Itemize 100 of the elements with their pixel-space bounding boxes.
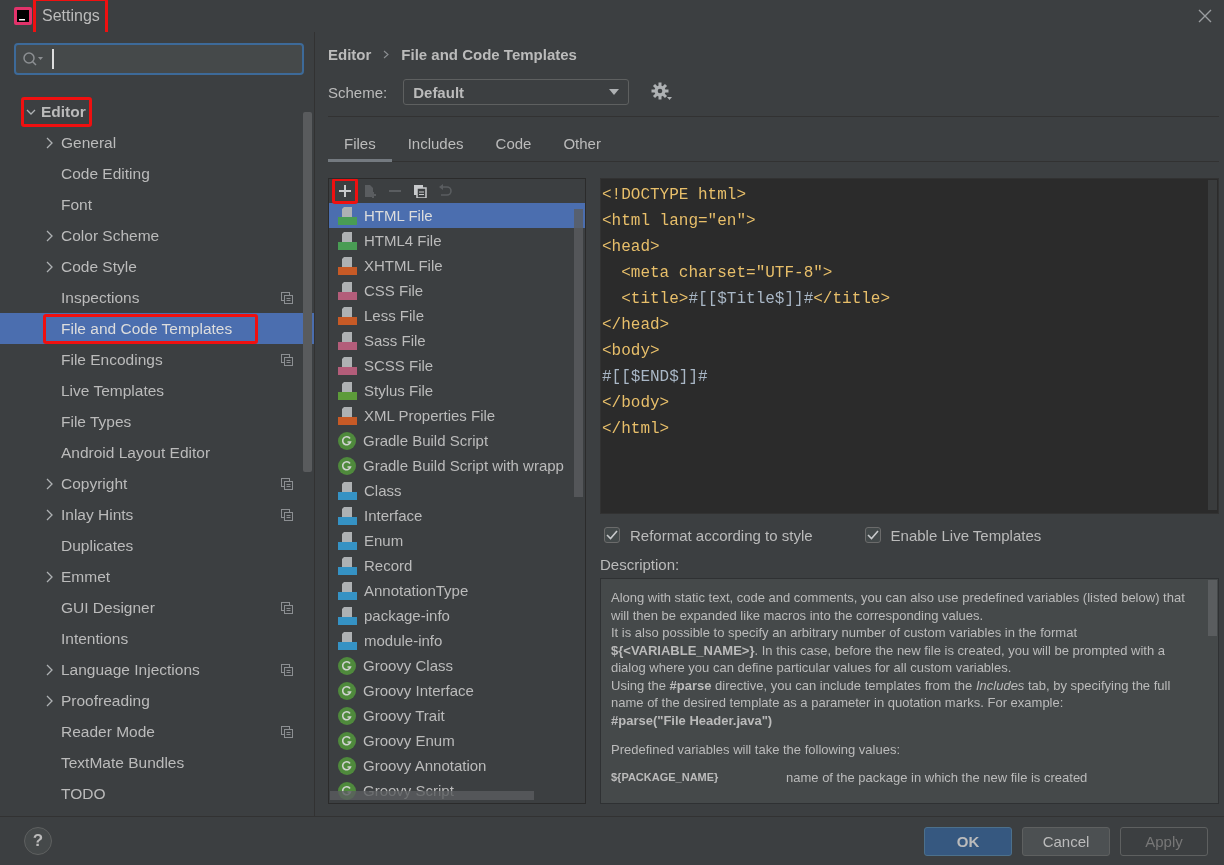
copy-icon	[281, 601, 293, 614]
chevron-icon	[44, 136, 54, 149]
sidebar-item[interactable]: Code Style	[0, 251, 314, 282]
sidebar-item[interactable]: Proofreading	[0, 685, 314, 716]
variable-description: name of the package in which the new file is created	[786, 768, 1088, 786]
copy-icon[interactable]	[413, 184, 427, 198]
chevron-icon	[44, 477, 54, 490]
template-item[interactable]: XHTML File	[329, 253, 585, 278]
code-line: <!DOCTYPE html>	[601, 185, 748, 206]
template-item[interactable]: HTML File	[329, 203, 585, 228]
chevron-icon	[383, 49, 390, 59]
template-item[interactable]: XML Properties File	[329, 403, 585, 428]
template-item[interactable]: module-info	[329, 628, 585, 653]
sidebar-item[interactable]: Copyright	[0, 468, 314, 499]
sidebar-item[interactable]: Emmet	[0, 561, 314, 592]
sidebar-item[interactable]: TODO	[0, 778, 314, 809]
sidebar-item[interactable]: Font	[0, 189, 314, 220]
scrollbar[interactable]	[303, 112, 312, 472]
window-title: Settings	[42, 7, 100, 24]
template-item[interactable]: AnnotationType	[329, 578, 585, 603]
copy-icon	[281, 477, 293, 490]
sidebar-item[interactable]: File Encodings	[0, 344, 314, 375]
chevron-icon	[44, 570, 54, 583]
chevron-icon	[44, 694, 54, 707]
checkmark-icon	[866, 530, 879, 540]
dialog-button[interactable]: OK	[924, 826, 1012, 856]
template-item[interactable]: Class	[329, 478, 585, 503]
checkbox-label[interactable]: Reformat according to style	[630, 526, 813, 544]
breadcrumb-item: Editor	[328, 45, 372, 63]
checkbox-label[interactable]: Enable Live Templates	[890, 526, 1042, 544]
chevron-icon	[44, 229, 54, 242]
sidebar-item[interactable]: Live Templates	[0, 375, 314, 406]
sidebar-item[interactable]: TextMate Bundles	[0, 747, 314, 778]
scrollbar[interactable]	[1208, 580, 1217, 636]
chevron-icon	[44, 663, 54, 676]
code-line: <body>	[601, 341, 661, 362]
caret-icon	[609, 89, 620, 95]
template-item[interactable]: Less File	[329, 303, 585, 328]
code-line: </html>	[601, 419, 671, 440]
code-line: </body>	[601, 393, 671, 414]
template-item[interactable]: Gradle Build Script with wrapp	[329, 453, 585, 478]
scheme-label: Scheme:	[328, 83, 388, 101]
sidebar-item[interactable]: GUI Designer	[0, 592, 314, 623]
tab[interactable]: Includes	[391, 127, 480, 162]
sidebar-item[interactable]: File Types	[0, 406, 314, 437]
close-icon[interactable]	[1198, 9, 1212, 23]
sidebar-item[interactable]: Language Injections	[0, 654, 314, 685]
checkmark-icon	[606, 530, 618, 540]
copy-icon	[281, 508, 293, 521]
sidebar-item[interactable]: General	[0, 127, 314, 158]
scrollbar[interactable]	[574, 209, 583, 497]
tab[interactable]: Other	[547, 127, 617, 162]
sidebar-item[interactable]: Inspections	[0, 282, 314, 313]
description-text: #parse("File Header.java")	[611, 711, 774, 729]
copy-icon	[281, 353, 293, 366]
copy-icon	[281, 291, 293, 304]
template-item[interactable]: Record	[329, 553, 585, 578]
template-item[interactable]: Gradle Build Script	[329, 428, 585, 453]
template-item[interactable]: Stylus File	[329, 378, 585, 403]
breadcrumb-item: File and Code Templates	[401, 45, 577, 63]
code-line: <meta charset="UTF-8">	[620, 263, 834, 284]
sidebar-item[interactable]: Color Scheme	[0, 220, 314, 251]
template-item[interactable]: package-info	[329, 603, 585, 628]
code-line: </head>	[601, 315, 671, 336]
template-item[interactable]: SCSS File	[329, 353, 585, 378]
sidebar-item[interactable]: Duplicates	[0, 530, 314, 561]
help-button[interactable]: ?	[24, 827, 52, 855]
copy-icon	[281, 725, 293, 738]
search-icon	[22, 51, 44, 67]
code-line: <html lang="en">	[601, 211, 757, 232]
dialog-button[interactable]: Cancel	[1022, 826, 1110, 856]
sidebar-item[interactable]: Inlay Hints	[0, 499, 314, 530]
template-item[interactable]: Groovy Interface	[329, 678, 585, 703]
template-item[interactable]: Groovy Annotation	[329, 753, 585, 778]
tab[interactable]: Files	[328, 127, 392, 162]
tab[interactable]: Code	[479, 127, 548, 162]
template-item[interactable]: Groovy Class	[329, 653, 585, 678]
sidebar-item[interactable]: Android Layout Editor	[0, 437, 314, 468]
settings-icon[interactable]	[651, 82, 674, 102]
template-item[interactable]: Groovy Enum	[329, 728, 585, 753]
app-icon	[14, 7, 32, 25]
text-cursor	[52, 49, 54, 69]
template-item[interactable]: CSS File	[329, 278, 585, 303]
template-item[interactable]: HTML4 File	[329, 228, 585, 253]
checkbox[interactable]	[864, 527, 881, 543]
description-text: Predefined variables will take the following values:	[611, 741, 902, 759]
sidebar-item[interactable]: Reader Mode	[0, 716, 314, 747]
checkbox[interactable]	[604, 527, 620, 543]
template-item[interactable]: Interface	[329, 503, 585, 528]
scheme-dropdown[interactable]: Default	[403, 79, 630, 105]
sidebar-item[interactable]: File and Code Templates	[0, 313, 314, 344]
search-field[interactable]	[14, 43, 304, 75]
sidebar-item[interactable]: Code Editing	[0, 158, 314, 189]
template-item[interactable]: Enum	[329, 528, 585, 553]
template-item[interactable]: Groovy Trait	[329, 703, 585, 728]
code-editor[interactable]: <!DOCTYPE html> <html lang="en"> <head> <meta charset="UTF-8"> <title>#[[$Title$]]#</title> </head> <body> #[[$END$]]# </body> </html>	[600, 178, 1219, 514]
template-item[interactable]: Sass File	[329, 328, 585, 353]
sidebar-item[interactable]: Editor	[0, 96, 314, 127]
sidebar-item[interactable]: Intentions	[0, 623, 314, 654]
copy-icon	[281, 663, 293, 676]
